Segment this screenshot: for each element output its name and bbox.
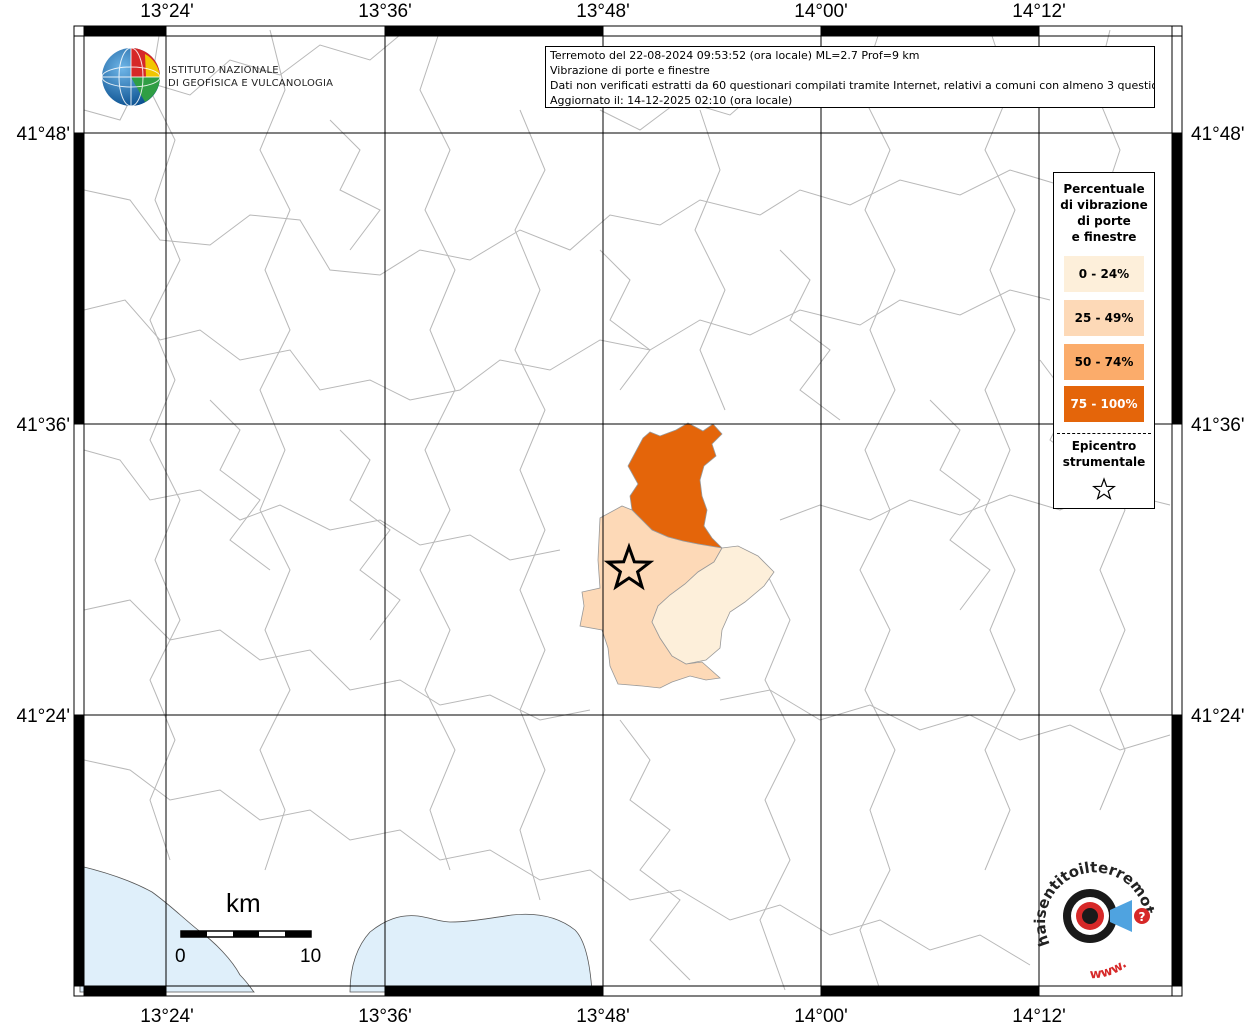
scale-bar-title: km: [226, 888, 261, 918]
bottom-tick-label: 13°48': [576, 1006, 630, 1024]
right-tick-label: 41°36': [1191, 415, 1245, 436]
event-updated: Aggiornato il: 14-12-2025 02:10 (ora loc…: [550, 94, 793, 107]
haisentitoilterremoto-logo: haisentitoilterremoto.it www. ?: [1032, 852, 1158, 982]
legend-title-line: Percentuale: [1063, 182, 1145, 196]
legend-star-icon: [1092, 477, 1116, 501]
event-data-note: Dati non verificati estratti da 60 quest…: [550, 79, 1155, 92]
legend-title-line: di vibrazione: [1060, 198, 1148, 212]
hst-logo-url: www.: [1089, 957, 1129, 982]
bottom-tick-labels: 13°24' 13°36' 13°48' 14°00' 14°12': [140, 1006, 1066, 1024]
ingv-name-line1: ISTITUTO NAZIONALE: [168, 65, 279, 76]
bottom-tick-label: 14°12': [1012, 1006, 1066, 1024]
ingv-globe-icon: [101, 47, 161, 107]
bottom-tick-label: 13°36': [358, 1006, 412, 1024]
scale-bar-min: 0: [175, 946, 186, 967]
legend-title-line: di porte: [1077, 214, 1131, 228]
top-tick-label: 14°00': [794, 1, 848, 22]
top-tick-label: 14°12': [1012, 1, 1066, 22]
legend-item-50-74: 50 - 74%: [1064, 344, 1144, 380]
legend-separator: [1057, 433, 1151, 434]
ingv-name-line2: DI GEOFISICA E VULCANOLOGIA: [168, 78, 334, 89]
top-tick-label: 13°24': [140, 1, 194, 22]
left-tick-label: 41°36': [17, 415, 71, 436]
event-subtitle: Vibrazione di porte e finestre: [550, 64, 710, 77]
left-tick-label: 41°48': [17, 124, 71, 145]
scale-bar: [180, 930, 312, 938]
legend: Percentuale di vibrazione di porte e fin…: [1053, 172, 1155, 509]
legend-item-75-100: 75 - 100%: [1064, 386, 1144, 422]
legend-epicenter-label: Epicentro strumentale: [1054, 438, 1154, 470]
scale-bar-max: 10: [300, 946, 322, 967]
legend-item-0-24: 0 - 24%: [1064, 256, 1144, 292]
right-tick-labels: 41°48' 41°36' 41°24': [1191, 124, 1245, 727]
event-title: Terremoto del 22-08-2024 09:53:52 (ora l…: [550, 49, 920, 62]
left-tick-labels: 41°48' 41°36' 41°24': [17, 124, 71, 727]
right-tick-label: 41°48': [1191, 124, 1245, 145]
sea-area-gulf: [349, 913, 593, 993]
ingv-logo: ISTITUTO NAZIONALE DI GEOFISICA E VULCAN…: [100, 46, 333, 108]
left-tick-label: 41°24': [17, 706, 71, 727]
bottom-tick-label: 14°00': [794, 1006, 848, 1024]
hst-logo-question: ?: [1139, 910, 1146, 924]
legend-item-25-49: 25 - 49%: [1064, 300, 1144, 336]
event-info-box: Terremoto del 22-08-2024 09:53:52 (ora l…: [545, 46, 1155, 108]
top-tick-label: 13°48': [576, 1, 630, 22]
legend-epicenter-line: strumentale: [1062, 455, 1146, 469]
right-tick-label: 41°24': [1191, 706, 1245, 727]
top-tick-label: 13°36': [358, 1, 412, 22]
top-tick-labels: 13°24' 13°36' 13°48' 14°00' 14°12': [140, 1, 1066, 22]
legend-title: Percentuale di vibrazione di porte e fin…: [1054, 181, 1154, 245]
legend-title-line: e finestre: [1071, 230, 1137, 244]
legend-epicenter-line: Epicentro: [1071, 439, 1137, 453]
bottom-tick-label: 13°24': [140, 1006, 194, 1024]
